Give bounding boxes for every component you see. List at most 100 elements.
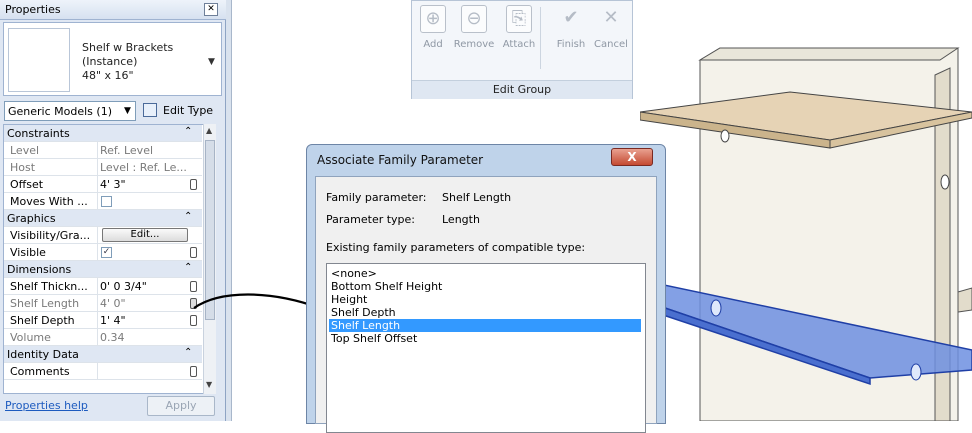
property-value[interactable]: 0' 0 3/4" <box>100 280 188 293</box>
property-row-host[interactable]: Host Level : Ref. Le... <box>4 159 202 176</box>
scroll-up-icon[interactable]: ▲ <box>206 126 212 135</box>
bracket-hole <box>720 129 730 143</box>
property-row-comments[interactable]: Comments <box>4 363 202 380</box>
panel-separator <box>540 7 541 69</box>
property-row-volume[interactable]: Volume 0.34 <box>4 329 202 346</box>
property-row-shelf-depth[interactable]: Shelf Depth 1' 4" <box>4 312 202 329</box>
visible-checkbox[interactable]: ✓ <box>101 247 112 258</box>
property-label: Moves With ... <box>10 195 88 208</box>
property-label: Level <box>10 144 40 157</box>
tool-label: Finish <box>556 39 586 50</box>
type-kind: (Instance) <box>82 55 138 68</box>
group-label: Identity Data <box>7 348 79 361</box>
property-value[interactable]: 1' 4" <box>100 314 188 327</box>
edit-visibility-button[interactable]: Edit... <box>102 228 188 242</box>
list-item-selected[interactable]: Shelf Length <box>329 319 641 332</box>
type-preview-image <box>8 28 70 92</box>
properties-grid: Constraints ⌃ Level Ref. Level Host Leve… <box>3 124 215 394</box>
column-divider <box>97 193 98 210</box>
parameter-type-value: Length <box>442 213 480 226</box>
associate-parameter-button[interactable] <box>190 247 197 258</box>
cancel-button[interactable]: ✕ Cancel <box>592 5 630 50</box>
column-divider <box>97 363 98 380</box>
bracket-hole <box>940 174 950 190</box>
element-filter-value: Generic Models (1) <box>8 105 112 118</box>
attach-button[interactable]: ⎘ Attach <box>500 5 538 50</box>
property-row-moves-with[interactable]: Moves With ... <box>4 193 202 210</box>
column-divider <box>97 142 98 159</box>
column-divider <box>97 329 98 346</box>
property-value[interactable]: Ref. Level <box>100 144 188 157</box>
collapse-icon[interactable]: ⌃ <box>184 126 192 137</box>
list-item[interactable]: <none> <box>329 267 641 280</box>
property-row-level[interactable]: Level Ref. Level <box>4 142 202 159</box>
close-icon[interactable]: ✕ <box>204 3 218 16</box>
bracket <box>957 287 972 313</box>
property-row-visible[interactable]: Visible ✓ <box>4 244 202 261</box>
type-selector[interactable]: Shelf w Brackets (Instance) 48" x 16" ▼ <box>3 22 222 96</box>
group-constraints[interactable]: Constraints ⌃ <box>4 125 202 142</box>
column-divider <box>97 159 98 176</box>
element-filter-dropdown[interactable]: Generic Models (1) ▼ <box>4 101 136 121</box>
dialog-title: Associate Family Parameter <box>317 153 484 167</box>
chevron-down-icon[interactable]: ▼ <box>208 57 215 67</box>
list-item[interactable]: Bottom Shelf Height <box>329 280 641 293</box>
property-value[interactable]: 4' 3" <box>100 178 188 191</box>
property-row-visibility[interactable]: Visibility/Gra... Edit... <box>4 227 202 244</box>
list-item[interactable]: Top Shelf Offset <box>329 332 641 345</box>
finish-button[interactable]: ✔ Finish <box>552 5 590 50</box>
properties-title: Properties <box>5 3 61 16</box>
property-label: Offset <box>10 178 44 191</box>
collapse-icon[interactable]: ⌃ <box>184 262 192 273</box>
edit-type-label: Edit Type <box>163 104 214 117</box>
property-label: Volume <box>10 331 51 344</box>
property-row-shelf-length[interactable]: Shelf Length 4' 0" <box>4 295 202 312</box>
parameter-type-label: Parameter type: <box>326 213 416 226</box>
add-button[interactable]: ⊕ Add <box>418 5 448 50</box>
parameter-list[interactable]: <none> Bottom Shelf Height Height Shelf … <box>326 263 646 433</box>
property-row-shelf-thickness[interactable]: Shelf Thickn... 0' 0 3/4" <box>4 278 202 295</box>
column-divider <box>97 312 98 329</box>
3d-view-canvas[interactable] <box>640 20 972 421</box>
property-label: Shelf Thickn... <box>10 280 88 293</box>
add-to-group-icon: ⊕ <box>420 5 446 33</box>
group-label: Constraints <box>7 127 70 140</box>
associate-parameter-button[interactable] <box>190 366 197 377</box>
collapse-icon[interactable]: ⌃ <box>184 211 192 222</box>
properties-help-link[interactable]: Properties help <box>5 399 88 412</box>
cancel-x-icon: ✕ <box>603 7 619 28</box>
property-value[interactable]: Level : Ref. Le... <box>100 161 188 174</box>
property-label: Shelf Length <box>10 297 80 310</box>
list-item[interactable]: Height <box>329 293 641 306</box>
property-value: 0.34 <box>100 331 125 344</box>
apply-button[interactable]: Apply <box>147 396 215 416</box>
column-divider <box>97 295 98 312</box>
wall-top <box>698 47 960 61</box>
edit-type-icon <box>143 103 157 117</box>
panel-splitter[interactable] <box>226 0 232 421</box>
property-value[interactable]: 4' 0" <box>100 297 188 310</box>
property-label: Visibility/Gra... <box>10 229 91 242</box>
remove-button[interactable]: ⊖ Remove <box>452 5 496 50</box>
column-divider <box>97 176 98 193</box>
tool-label: Remove <box>453 39 495 50</box>
associate-parameter-button[interactable] <box>190 179 197 190</box>
properties-palette: Properties ✕ Shelf w Brackets (Instance)… <box>0 0 226 421</box>
collapse-icon[interactable]: ⌃ <box>184 347 192 358</box>
tool-label: Attach <box>502 39 536 50</box>
column-divider <box>97 278 98 295</box>
edit-type-button[interactable]: Edit Type <box>141 101 223 121</box>
properties-title-bar[interactable]: Properties ✕ <box>0 0 226 20</box>
edit-group-panel: ⊕ Add ⊖ Remove ⎘ Attach ✔ Finish ✕ Cance… <box>411 0 633 99</box>
scroll-down-icon[interactable]: ▼ <box>206 380 212 389</box>
group-identity-data[interactable]: Identity Data ⌃ <box>4 346 202 363</box>
group-graphics[interactable]: Graphics ⌃ <box>4 210 202 227</box>
property-row-offset[interactable]: Offset 4' 3" <box>4 176 202 193</box>
group-dimensions[interactable]: Dimensions ⌃ <box>4 261 202 278</box>
tool-label: Add <box>423 39 443 50</box>
moves-with-checkbox[interactable] <box>101 196 112 207</box>
list-item[interactable]: Shelf Depth <box>329 306 641 319</box>
properties-scrollbar[interactable]: ▲ ▼ <box>203 124 216 394</box>
checkmark-icon: ✔ <box>563 7 579 28</box>
close-icon[interactable]: X <box>611 148 653 166</box>
